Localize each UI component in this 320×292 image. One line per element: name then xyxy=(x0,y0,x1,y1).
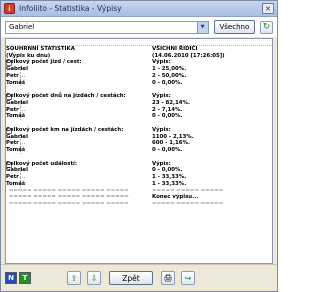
exit-icon[interactable]: ↪ xyxy=(181,271,195,285)
report-row-value: 2 - 50,00%. xyxy=(152,72,187,79)
report-row-value: 0 - 0,00%. xyxy=(152,167,183,174)
report-row-value: 1 - 33,33%. xyxy=(152,180,187,187)
nt-t-icon[interactable]: T xyxy=(19,272,31,284)
report-row: – Celkový počet událostí: Výpis: xyxy=(6,161,272,168)
report-row: Petr 2 - 50,00%. xyxy=(6,72,272,80)
report-row-value: 2 - 7,14%. xyxy=(152,106,183,113)
report-row-value: ===== ===== ===== xyxy=(152,201,224,207)
report-row-label: Tomáš xyxy=(6,180,26,187)
status-bar: N T ⇪ ⇩ Zpět 🖨 ↪ xyxy=(1,264,277,291)
report-row: ===== ===== ===== ===== ===== ===== =====… xyxy=(6,188,272,195)
report-row-value: 1 - 25,00%. xyxy=(152,66,187,72)
report-row-label: Celkový počet km na jízdách / cestách: xyxy=(6,126,124,133)
import-icon[interactable]: ⇩ xyxy=(87,271,101,285)
report-row-label: Petr xyxy=(6,174,19,180)
report-row-label: ===== ===== ===== ===== ===== xyxy=(9,194,129,201)
chevron-down-icon[interactable]: ▼ xyxy=(196,21,208,33)
report-row: Gabriel 0 - 0,00%. xyxy=(6,167,272,174)
report-row-label: Gabriel xyxy=(6,99,28,106)
report-row-value: Výpis: xyxy=(152,93,171,99)
report-row-label: Tomáš xyxy=(6,79,26,86)
report-row-label: Tomáš xyxy=(6,147,26,153)
report-row-value: Výpis: xyxy=(152,59,171,66)
report-row-label: ===== ===== ===== ===== ===== xyxy=(9,187,129,194)
report-row xyxy=(6,39,272,46)
statistics-window: i Infoliito - Statistika - Výpisy × Gabr… xyxy=(0,0,278,292)
report-row-value: 1100 - 2,13%. xyxy=(152,133,194,140)
driver-select[interactable]: Gabriel ▼ xyxy=(5,20,209,34)
statistics-report: SOUHRNNÍ STATISTIKA VŠICHNI ŘIDIČI (Výpis … xyxy=(5,38,273,264)
report-row-label: Celkový počet jízd / cest: xyxy=(6,59,82,66)
report-row: Petr 1 - 33,33%. xyxy=(6,174,272,181)
export-icon[interactable]: ⇪ xyxy=(67,271,81,285)
driver-select-value: Gabriel xyxy=(9,23,35,31)
report-row-label: Petr xyxy=(6,72,19,79)
report-row xyxy=(6,154,272,161)
report-row: Gabriel 1 - 25,00%. xyxy=(6,66,272,73)
report-row xyxy=(6,86,272,93)
report-row: SOUHRNNÍ STATISTIKA VŠICHNI ŘIDIČI xyxy=(6,45,272,53)
report-row-value: 0 - 0,00%. xyxy=(152,79,183,86)
report-row: ===== ===== ===== ===== ===== Konec výpis… xyxy=(6,194,272,201)
window-title: Infoliito - Statistika - Výpisy xyxy=(19,4,122,13)
report-row-value: 0 - 0,00%. xyxy=(152,113,183,120)
all-button[interactable]: Všechno xyxy=(213,20,256,34)
report-row xyxy=(6,120,272,127)
report-row: Petr 600 - 1,16%. xyxy=(6,140,272,147)
report-row-label: Gabriel xyxy=(6,167,28,174)
report-row-value: 0 - 0,00%. xyxy=(152,147,183,153)
report-row-value: 23 - 82,14%. xyxy=(152,99,190,106)
report-row: Tomáš 0 - 0,00%. xyxy=(6,147,272,154)
close-button[interactable]: × xyxy=(262,3,274,14)
title-bar: i Infoliito - Statistika - Výpisy × xyxy=(1,1,277,17)
report-row: Tomáš 0 - 0,00%. xyxy=(6,113,272,120)
report-row-label: Petr xyxy=(6,140,19,147)
report-row: Gabriel 23 - 82,14%. xyxy=(6,99,272,107)
report-row: – Celkový počet jízd / cest: Výpis: xyxy=(6,59,272,67)
report-row: – Celkový počet dnů na jízdách / cestách:… xyxy=(6,93,272,100)
report-row-value: 1 - 33,33%. xyxy=(152,174,187,180)
back-button[interactable]: Zpět xyxy=(109,271,153,285)
report-row-value: Konec výpisu... xyxy=(152,194,199,201)
report-row-label: ===== ===== ===== ===== ===== xyxy=(9,201,129,207)
report-row-value: Výpis: xyxy=(152,160,171,167)
report-row-value: 600 - 1,16%. xyxy=(152,140,190,147)
report-row: Petr 2 - 7,14%. xyxy=(6,106,272,114)
report-row-label: Celkový počet událostí: xyxy=(6,160,78,167)
report-row-value: VŠICHNI ŘIDIČI xyxy=(152,45,198,52)
toolbar: Gabriel ▼ Všechno ↻ xyxy=(1,17,277,37)
report-row-label: Gabriel xyxy=(6,133,28,140)
report-row: Gabriel 1100 - 2,13%. xyxy=(6,133,272,141)
report-row-label: Celkový počet dnů na jízdách / cestách: xyxy=(6,93,126,99)
report-row: Tomáš 1 - 33,33%. xyxy=(6,180,272,188)
printer-icon[interactable]: 🖨 xyxy=(161,271,175,285)
refresh-icon[interactable]: ↻ xyxy=(260,20,273,34)
nt-n-icon[interactable]: N xyxy=(5,272,17,284)
report-row-label: Gabriel xyxy=(6,66,28,72)
report-row: Tomáš 0 - 0,00%. xyxy=(6,79,272,87)
report-row-value: Výpis: xyxy=(152,126,171,133)
report-row-label: SOUHRNNÍ STATISTIKA xyxy=(6,45,75,52)
app-icon: i xyxy=(4,3,15,14)
report-row: – Celkový počet km na jízdách / cestách: V… xyxy=(6,127,272,134)
report-row-label: Tomáš xyxy=(6,113,26,120)
report-row: ===== ===== ===== ===== ===== ===== =====… xyxy=(6,201,272,208)
